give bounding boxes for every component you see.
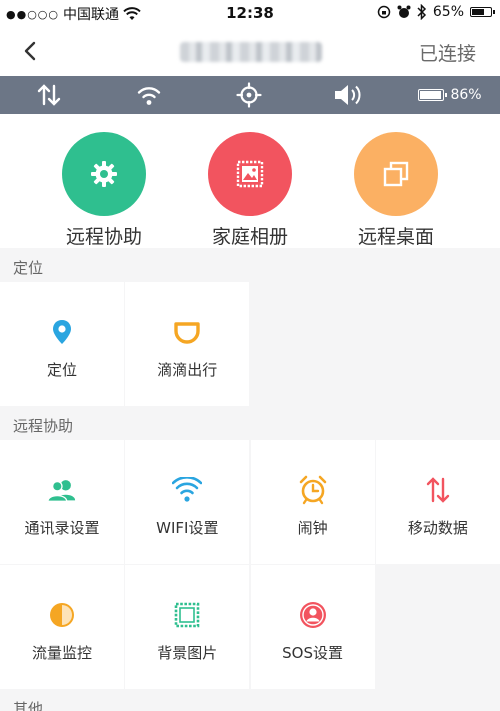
didi-icon <box>172 317 202 347</box>
tile-sos-settings[interactable]: SOS设置 <box>250 565 375 690</box>
quick-actions: 远程协助 家庭相册 远程桌面 <box>0 114 500 248</box>
tile-wifi-settings[interactable]: WIFI设置 <box>125 440 250 564</box>
photo-icon <box>208 132 292 216</box>
empty-tile <box>250 282 375 406</box>
tile-didi[interactable]: 滴滴出行 <box>125 282 250 406</box>
remote-assist-grid: 通讯录设置 WIFI设置 闹钟 移动数据 流量监控 背景图片 SOS设置 <box>0 440 500 690</box>
tile-label: WIFI设置 <box>156 518 219 537</box>
empty-tile <box>375 282 500 406</box>
tile-label: SOS设置 <box>282 643 344 662</box>
battery-icon <box>470 7 495 17</box>
tile-label: 定位 <box>46 360 77 379</box>
alarm-clock-icon <box>298 475 328 505</box>
system-indicators: 65% <box>377 4 495 20</box>
tile-label: 闹钟 <box>297 518 328 537</box>
tile-label: 背景图片 <box>157 643 218 662</box>
pie-chart-icon <box>47 600 77 630</box>
tile-label: 通讯录设置 <box>24 518 100 537</box>
empty-tile <box>375 565 500 690</box>
tile-location[interactable]: 定位 <box>0 282 124 406</box>
volume-icon <box>324 76 374 114</box>
wifi-icon <box>172 475 203 505</box>
contacts-icon <box>47 475 77 505</box>
quick-action-label: 家庭相册 <box>211 226 288 248</box>
device-battery: 86% <box>414 76 486 114</box>
status-bar: ●●○○○ 中国联通 12:38 65% <box>0 0 500 26</box>
section-title-others: 其他 <box>0 689 500 711</box>
quick-action-label: 远程协助 <box>65 226 142 248</box>
image-frame-icon <box>172 600 202 630</box>
battery-percent: 65% <box>432 4 464 20</box>
section-title-remote-assist: 远程协助 <box>0 406 500 440</box>
quick-action-label: 远程桌面 <box>357 226 434 248</box>
device-name-blurred <box>180 42 322 62</box>
desktop-icon <box>354 132 438 216</box>
gps-target-icon <box>224 76 274 114</box>
navigation-bar: 已连接 <box>0 26 500 76</box>
tile-label: 流量监控 <box>31 643 92 662</box>
device-battery-percent: 86% <box>450 87 482 103</box>
mobile-data-icon <box>423 475 453 505</box>
alarm-icon <box>397 5 411 18</box>
location-grid: 定位 滴滴出行 <box>0 282 500 406</box>
chevron-left-icon <box>24 41 36 61</box>
tile-mobile-data[interactable]: 移动数据 <box>375 440 500 564</box>
connection-status: 已连接 <box>418 43 476 65</box>
data-arrows-icon <box>24 76 74 114</box>
back-button[interactable] <box>16 36 46 66</box>
tile-contacts-settings[interactable]: 通讯录设置 <box>0 440 124 564</box>
quick-action-remote-assist[interactable]: 远程协助 <box>44 132 164 249</box>
rotation-lock-icon <box>377 5 391 19</box>
battery-icon <box>418 89 448 101</box>
tile-label: 移动数据 <box>407 518 468 537</box>
gear-icon <box>62 132 146 216</box>
tile-alarm-clock[interactable]: 闹钟 <box>250 440 375 564</box>
section-title-location: 定位 <box>0 248 500 282</box>
wifi-icon <box>124 76 174 114</box>
location-pin-icon <box>47 317 77 347</box>
quick-action-remote-desktop[interactable]: 远程桌面 <box>336 132 456 249</box>
tile-label: 滴滴出行 <box>157 360 218 379</box>
sos-user-icon <box>298 600 328 630</box>
quick-action-family-album[interactable]: 家庭相册 <box>190 132 310 249</box>
tile-background-image[interactable]: 背景图片 <box>125 565 250 690</box>
device-status-strip: 86% <box>0 76 500 114</box>
tile-traffic-monitor[interactable]: 流量监控 <box>0 565 124 690</box>
bluetooth-icon <box>417 4 426 20</box>
